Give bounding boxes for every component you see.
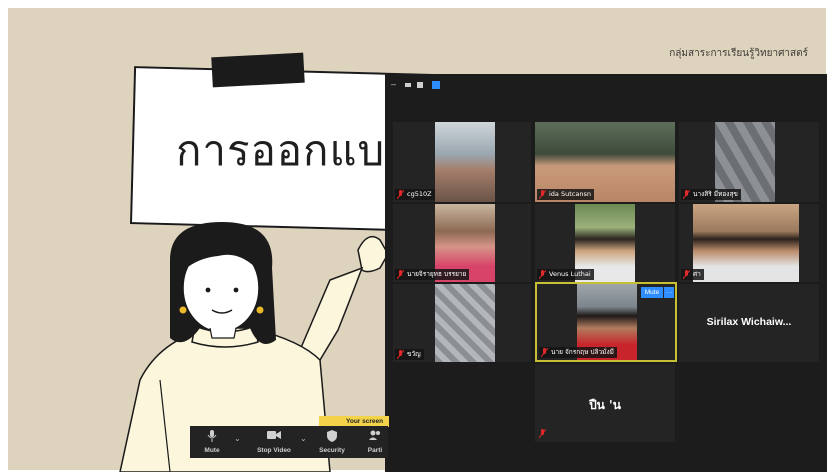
participant-name: ida Sutcansn: [537, 189, 594, 200]
participant-tile[interactable]: ปืน 'น: [535, 364, 675, 442]
mic-muted-icon: [539, 429, 546, 438]
participant-tile[interactable]: ida Sutcansn: [535, 122, 675, 202]
mic-muted-icon: [397, 350, 404, 359]
video-options-chevron-icon[interactable]: ⌄: [300, 434, 307, 443]
shield-icon: [327, 430, 337, 442]
zoom-gallery-panel: – cg510Z ida Sutcansn นางสิริ มีทองสุข น…: [385, 74, 827, 472]
participant-tile[interactable]: ขวัญ: [393, 284, 531, 362]
participant-name: ขวัญ: [395, 349, 424, 360]
participant-name: Venus Luthai: [537, 269, 594, 280]
mute-options-chevron-icon[interactable]: ⌄: [234, 434, 241, 443]
mic-muted-icon: [397, 190, 404, 199]
mic-muted-icon: [683, 190, 690, 199]
mic-muted-icon: [397, 270, 404, 279]
gallery-view-controls: –: [385, 74, 827, 96]
tile-more-button[interactable]: ···: [664, 287, 674, 298]
stop-video-button[interactable]: Stop Video: [248, 426, 300, 458]
board-title: การออกแบบ: [176, 126, 413, 175]
participant-name: cg510Z: [395, 189, 435, 200]
participant-tile[interactable]: Venus Luthai: [535, 204, 675, 282]
participant-name: นายจิรายุทธ บรรยาย: [395, 269, 470, 280]
slide-header: กลุ่มสาระการเรียนรู้วิทยาศาสตร์: [669, 48, 808, 59]
participant-tile[interactable]: นายจิรายุทธ บรรยาย: [393, 204, 531, 282]
participant-name: ศา: [681, 269, 704, 280]
participants-button[interactable]: Parti: [362, 426, 388, 458]
board-tape: [211, 52, 305, 88]
participant-video: [435, 284, 495, 362]
security-button[interactable]: Security: [314, 426, 350, 458]
mute-button[interactable]: Mute: [194, 426, 230, 458]
mic-muted-icon: [539, 190, 546, 199]
mic-muted-icon: [539, 270, 546, 279]
participants-icon: [369, 430, 380, 440]
participant-name: นางสิริ มีทองสุข: [681, 189, 741, 200]
participant-tile[interactable]: นางสิริ มีทองสุข: [679, 122, 819, 202]
speaker-view-icon[interactable]: [405, 83, 411, 87]
participant-name-large: ปืน 'น: [589, 398, 621, 412]
meeting-toolbar: Mute ⌄ Stop Video ⌄ Security Parti: [190, 426, 388, 458]
video-camera-icon: [267, 431, 281, 439]
tile-mute-button[interactable]: Mute: [641, 287, 663, 298]
mic-icon: [207, 430, 217, 442]
gallery-view-icon[interactable]: [432, 81, 440, 89]
participant-video: [435, 122, 495, 202]
minimize-icon[interactable]: –: [391, 80, 396, 89]
mic-muted-icon: [541, 348, 548, 357]
participant-tile-active[interactable]: Mute ··· นาย จักรกฤษ ปลิวมั่งมี: [535, 282, 677, 362]
participant-tile[interactable]: ศา: [679, 204, 819, 282]
thumbnail-view-icon[interactable]: [417, 82, 423, 88]
participant-name: นาย จักรกฤษ ปลิวมั่งมี: [539, 347, 617, 358]
participant-tile[interactable]: Sirilax Wichaiw...: [679, 284, 819, 362]
mic-muted-icon: [683, 270, 690, 279]
participant-video: [693, 204, 799, 282]
participant-tile[interactable]: cg510Z: [393, 122, 531, 202]
participant-name-large: Sirilax Wichaiw...: [706, 316, 792, 328]
